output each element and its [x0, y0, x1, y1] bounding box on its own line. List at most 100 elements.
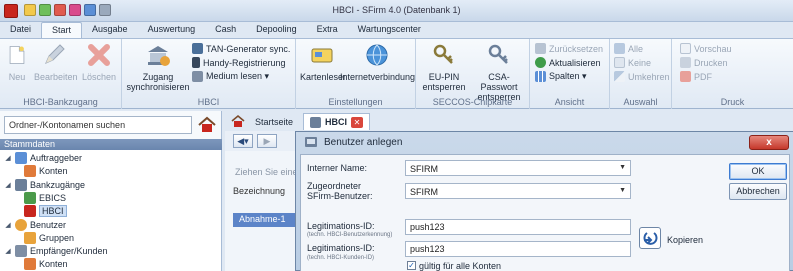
- tab-cash[interactable]: Cash: [205, 22, 246, 39]
- tree-item-auftraggeber[interactable]: ◢ Auftraggeber: [4, 152, 82, 164]
- tree-label: Konten: [39, 259, 68, 269]
- tab-hbci[interactable]: HBCI ✕: [303, 113, 370, 130]
- legitimation-id-2-hint: (techn. HBCI-Kunden-ID): [307, 255, 375, 261]
- interner-name-label: Interner Name:: [307, 163, 368, 173]
- legitimation-id-2-label: Legitimations-ID:: [307, 243, 375, 253]
- zuruecksetzen-button[interactable]: Zurücksetzen: [535, 43, 603, 54]
- sfirm-benutzer-select[interactable]: SFIRM ▼: [405, 183, 631, 199]
- drucken-button[interactable]: Drucken: [680, 57, 728, 68]
- tab-depooling[interactable]: Depooling: [246, 22, 307, 39]
- hbci-icon: [310, 116, 321, 128]
- dialog-title-bar: Benutzer anlegen: [296, 132, 793, 152]
- kartenleser-button[interactable]: Kartenleser: [300, 43, 346, 82]
- reset-icon: [535, 43, 546, 54]
- expanded-arrow-icon[interactable]: ◢: [4, 247, 12, 255]
- umkehren-button[interactable]: Umkehren: [614, 71, 670, 82]
- umkehren-label: Umkehren: [628, 71, 670, 82]
- zugang-label-1: Zugang: [142, 72, 174, 82]
- home-folder-icon[interactable]: [197, 115, 217, 135]
- aktualisieren-button[interactable]: Aktualisieren: [535, 57, 601, 68]
- tree-item-konten[interactable]: Konten: [24, 165, 68, 177]
- columns-icon: [535, 71, 546, 82]
- column-header-bezeichnung[interactable]: Bezeichnung: [233, 186, 285, 196]
- zuruecksetzen-label: Zurücksetzen: [549, 43, 604, 54]
- forward-button[interactable]: ▶: [257, 134, 277, 148]
- folder-search-area: [0, 111, 222, 139]
- tab-wartungscenter[interactable]: Wartungscenter: [348, 22, 431, 39]
- neu-button[interactable]: Neu: [6, 43, 28, 82]
- select-none-icon: [614, 57, 625, 68]
- zugeordneter-label-2: SFirm-Benutzer:: [307, 191, 373, 201]
- user-icon: [15, 219, 27, 231]
- expanded-arrow-icon[interactable]: ◢: [4, 221, 12, 229]
- print-preview-icon: [680, 43, 691, 54]
- legitimation-id-2-input[interactable]: [405, 241, 631, 257]
- dialog-close-button[interactable]: x: [749, 135, 789, 150]
- expanded-arrow-icon[interactable]: ◢: [4, 181, 12, 189]
- auftraggeber-icon: [15, 152, 27, 164]
- csa-passwort-entsperren-button[interactable]: CSA-Passwort entsperren: [470, 43, 528, 102]
- alle-label: Alle: [628, 43, 644, 54]
- tab-startseite[interactable]: Startseite: [249, 113, 299, 130]
- handy-registrierung-button[interactable]: Handy-Registrierung: [192, 57, 286, 68]
- tree-item-empfaenger-konten[interactable]: Konten: [24, 258, 68, 270]
- tree-item-gruppen[interactable]: Gruppen: [24, 232, 74, 244]
- folder-search-input[interactable]: [4, 116, 192, 134]
- medium-lesen-label: Medium lesen ▾: [206, 71, 270, 81]
- ribbon-tabs: Datei Start Ausgabe Auswertung Cash Depo…: [0, 22, 793, 39]
- group-label-ansicht: Ansicht: [554, 97, 585, 107]
- medium-lesen-button[interactable]: Medium lesen ▾: [192, 71, 269, 82]
- close-tab-icon[interactable]: ✕: [351, 116, 363, 128]
- pdf-icon: [680, 71, 691, 82]
- internetverbindung-button[interactable]: Internetverbindung: [340, 43, 415, 82]
- tree-item-ebics[interactable]: EBICS: [24, 192, 66, 204]
- tab-datei[interactable]: Datei: [0, 22, 41, 39]
- key-icon: [488, 44, 508, 64]
- back-button[interactable]: ◀▾: [233, 134, 253, 148]
- group-seccos-chipkarte: EU-PIN entsperren CSA-Passwort entsperre…: [416, 39, 530, 109]
- tab-auswertung[interactable]: Auswertung: [138, 22, 206, 39]
- eu-pin-entsperren-button[interactable]: EU-PIN entsperren: [420, 43, 468, 92]
- tree-item-benutzer[interactable]: ◢ Benutzer: [4, 219, 66, 231]
- loeschen-button[interactable]: Löschen: [82, 43, 116, 82]
- home-icon[interactable]: [231, 114, 245, 128]
- abbrechen-button[interactable]: Abbrechen: [729, 183, 787, 200]
- vorschau-button[interactable]: Vorschau: [680, 43, 732, 54]
- alle-button[interactable]: Alle: [614, 43, 643, 54]
- tree-label: Auftraggeber: [30, 153, 83, 163]
- tab-extra[interactable]: Extra: [307, 22, 348, 39]
- group-auswahl: Alle Keine Umkehren Auswahl: [610, 39, 672, 109]
- group-label-hbci-bankzugang: HBCI-Bankzugang: [23, 97, 98, 107]
- pdf-button[interactable]: PDF: [680, 71, 712, 82]
- keine-label: Keine: [628, 57, 652, 68]
- tan-generator-sync-button[interactable]: TAN-Generator sync.: [192, 43, 290, 54]
- bank-sync-icon: [148, 46, 170, 66]
- sfirm-benutzer-value: SFIRM: [410, 187, 438, 197]
- eu-pin-label-2: entsperren: [422, 82, 466, 92]
- bank-icon: [15, 179, 27, 191]
- spalten-button[interactable]: Spalten ▾: [535, 71, 587, 82]
- tab-ausgabe[interactable]: Ausgabe: [82, 22, 138, 39]
- keine-button[interactable]: Keine: [614, 57, 651, 68]
- drucken-label: Drucken: [694, 57, 728, 68]
- card-reader-icon: [192, 71, 203, 82]
- tree-item-empfaenger-kunden[interactable]: ◢ Empfänger/Kunden: [4, 245, 108, 257]
- zugang-synchronisieren-button[interactable]: Zugang synchronisieren: [126, 43, 190, 92]
- legitimation-id-1-hint: (techn. HBCI-Benutzerkennung): [307, 232, 393, 238]
- new-document-icon: [9, 46, 25, 64]
- group-label-auswahl: Auswahl: [623, 97, 658, 107]
- tab-start[interactable]: Start: [41, 22, 83, 39]
- kopieren-button[interactable]: [639, 227, 661, 249]
- bearbeiten-button[interactable]: Bearbeiten: [34, 43, 78, 82]
- expanded-arrow-icon[interactable]: ◢: [4, 154, 12, 162]
- ebics-icon: [24, 192, 36, 204]
- tree-item-hbci[interactable]: HBCI: [24, 205, 67, 217]
- neu-label: Neu: [8, 72, 26, 82]
- gueltig-alle-konten-checkbox[interactable]: ✓: [407, 261, 416, 270]
- ok-button[interactable]: OK: [729, 163, 787, 180]
- legitimation-id-1-input[interactable]: [405, 219, 631, 235]
- interner-name-select[interactable]: SFIRM ▼: [405, 160, 631, 176]
- konten-icon: [24, 165, 36, 177]
- tree-item-bankzugaenge[interactable]: ◢ Bankzugänge: [4, 179, 85, 191]
- delete-x-icon: [88, 44, 110, 66]
